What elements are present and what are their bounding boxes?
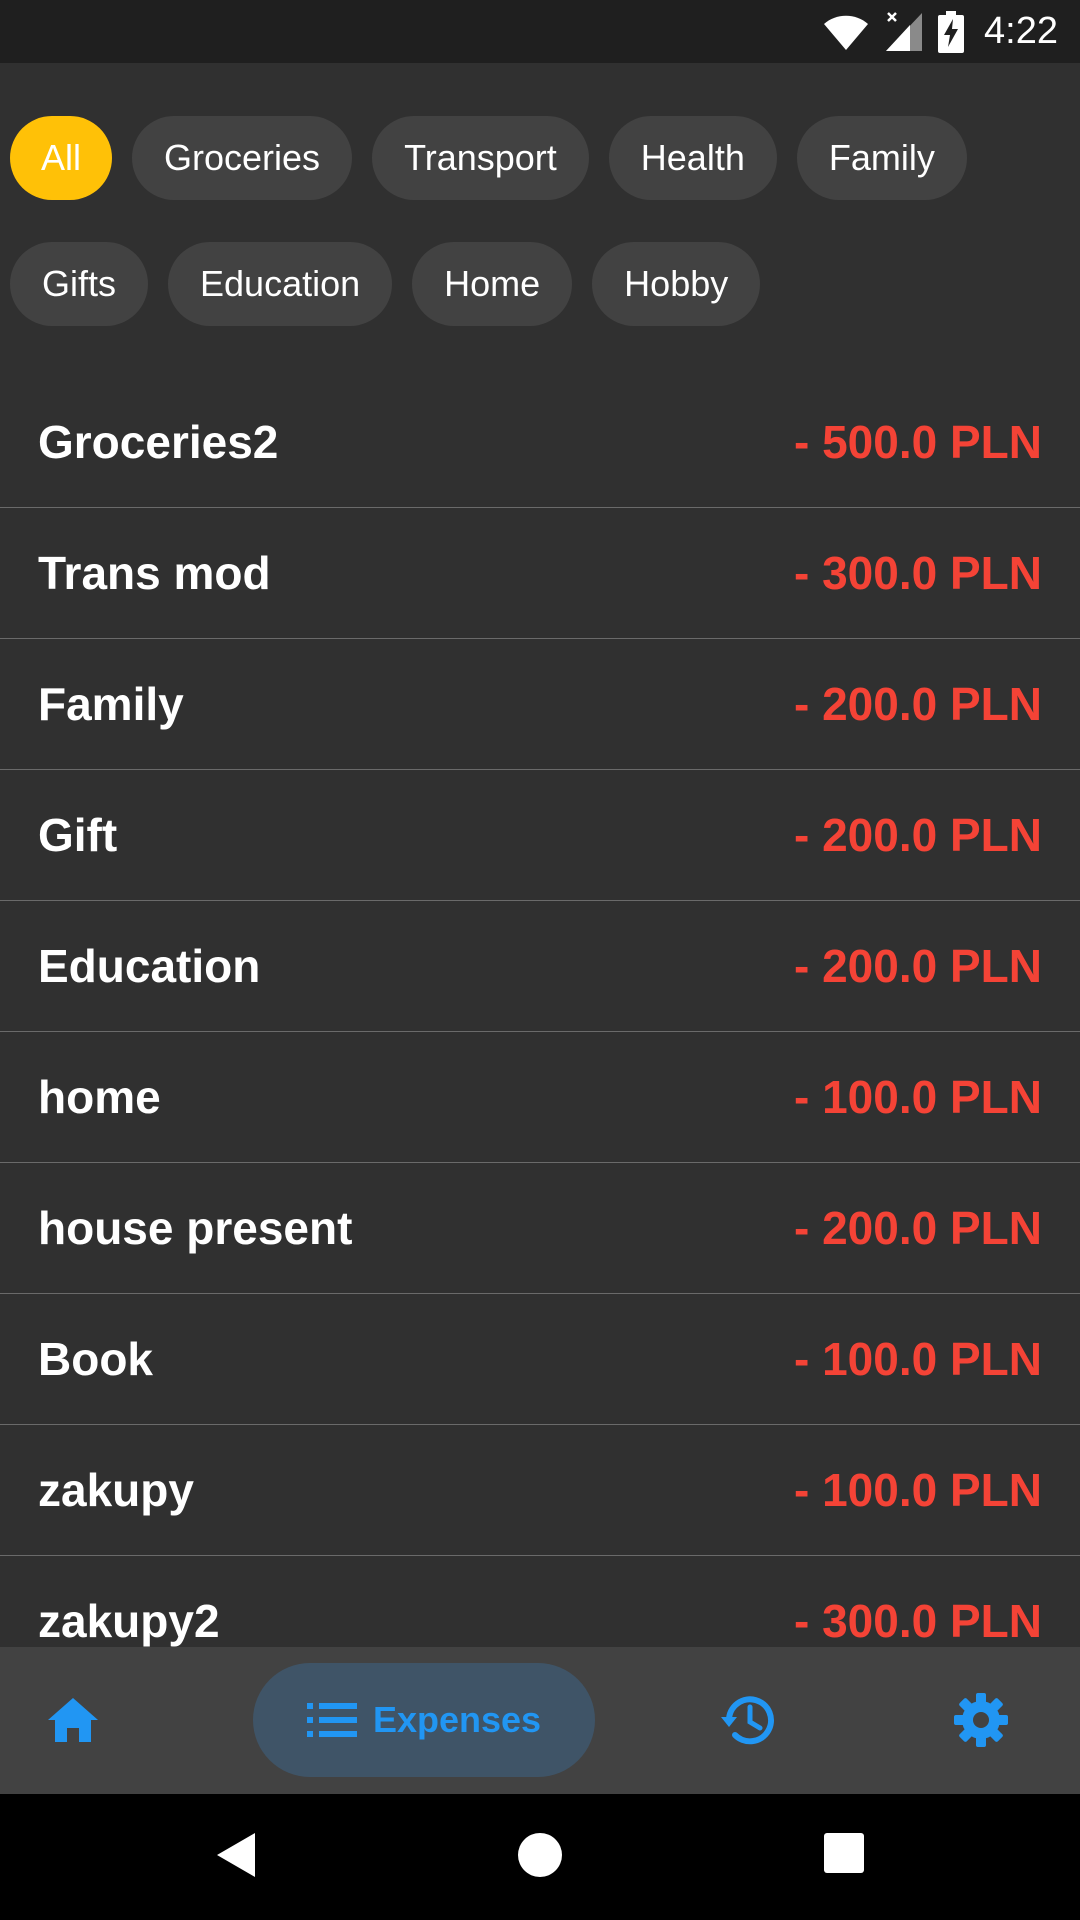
- expense-row[interactable]: Gift - 200.0 PLN: [0, 770, 1080, 901]
- expense-amount: - 200.0 PLN: [794, 940, 1042, 992]
- expense-row[interactable]: Groceries2 - 500.0 PLN: [0, 377, 1080, 508]
- expense-name: Book: [38, 1333, 153, 1385]
- expense-name: zakupy: [38, 1464, 194, 1516]
- expense-name: Trans mod: [38, 547, 271, 599]
- expense-list[interactable]: Groceries2 - 500.0 PLN Trans mod - 300.0…: [0, 377, 1080, 1647]
- nav-expenses-label: Expenses: [372, 1699, 542, 1740]
- home-circle-icon: [518, 1833, 562, 1877]
- chip-home[interactable]: Home: [412, 242, 573, 326]
- chip-family[interactable]: Family: [796, 116, 967, 200]
- recents-icon: [824, 1833, 864, 1873]
- battery-charging-icon: [938, 10, 965, 53]
- nav-expenses-button[interactable]: Expenses: [253, 1663, 595, 1777]
- wifi-icon: [822, 12, 870, 52]
- nav-history-button[interactable]: [715, 1690, 781, 1750]
- nav-home-button[interactable]: [40, 1690, 106, 1750]
- expense-row[interactable]: zakupy - 100.0 PLN: [0, 1425, 1080, 1556]
- expense-amount: - 200.0 PLN: [794, 809, 1042, 861]
- bottom-navigation: Expenses: [0, 1647, 1080, 1794]
- chip-hobby[interactable]: Hobby: [592, 242, 761, 326]
- expense-amount: - 100.0 PLN: [794, 1333, 1042, 1385]
- expense-row[interactable]: Family - 200.0 PLN: [0, 639, 1080, 770]
- filter-row-1: All Groceries Transport Health Family: [10, 116, 967, 200]
- expense-name: Family: [38, 678, 184, 730]
- expense-name: zakupy2: [38, 1595, 220, 1647]
- expense-row[interactable]: house present - 200.0 PLN: [0, 1163, 1080, 1294]
- status-bar: 4:22: [0, 0, 1080, 63]
- chip-education[interactable]: Education: [168, 242, 393, 326]
- expense-amount: - 500.0 PLN: [794, 416, 1042, 468]
- expense-amount: - 100.0 PLN: [794, 1071, 1042, 1123]
- nav-settings-button[interactable]: [950, 1690, 1012, 1750]
- expense-amount: - 200.0 PLN: [794, 678, 1042, 730]
- chip-health[interactable]: Health: [608, 116, 777, 200]
- chip-all[interactable]: All: [10, 116, 113, 200]
- status-time: 4:22: [984, 10, 1058, 52]
- expense-name: house present: [38, 1202, 353, 1254]
- home-button[interactable]: [516, 1831, 564, 1884]
- expense-amount: - 300.0 PLN: [794, 1595, 1042, 1647]
- system-navigation-bar: [0, 1794, 1080, 1920]
- expense-amount: - 300.0 PLN: [794, 547, 1042, 599]
- home-icon: [48, 1698, 98, 1742]
- chip-transport[interactable]: Transport: [372, 116, 589, 200]
- expense-row[interactable]: Education - 200.0 PLN: [0, 901, 1080, 1032]
- expense-row[interactable]: Trans mod - 300.0 PLN: [0, 508, 1080, 639]
- expense-row[interactable]: zakupy2 - 300.0 PLN: [0, 1556, 1080, 1647]
- expense-name: Education: [38, 940, 261, 992]
- expense-name: Gift: [38, 809, 118, 861]
- recents-button[interactable]: [823, 1831, 865, 1880]
- signal-icon: [884, 11, 924, 53]
- expense-name: Groceries2: [38, 416, 279, 468]
- chip-gifts[interactable]: Gifts: [10, 242, 149, 326]
- back-button[interactable]: [215, 1831, 257, 1884]
- history-icon: [721, 1696, 774, 1745]
- filter-row-2: Gifts Education Home Hobby: [10, 242, 761, 326]
- expense-amount: - 200.0 PLN: [794, 1202, 1042, 1254]
- settings-icon: [954, 1693, 1008, 1747]
- chip-groceries[interactable]: Groceries: [132, 116, 353, 200]
- category-filter: All Groceries Transport Health Family Gi…: [0, 63, 1080, 390]
- back-icon: [217, 1833, 255, 1877]
- expense-row[interactable]: Book - 100.0 PLN: [0, 1294, 1080, 1425]
- expense-amount: - 100.0 PLN: [794, 1464, 1042, 1516]
- expense-name: home: [38, 1071, 161, 1123]
- list-icon: [306, 1703, 357, 1737]
- expense-row[interactable]: home - 100.0 PLN: [0, 1032, 1080, 1163]
